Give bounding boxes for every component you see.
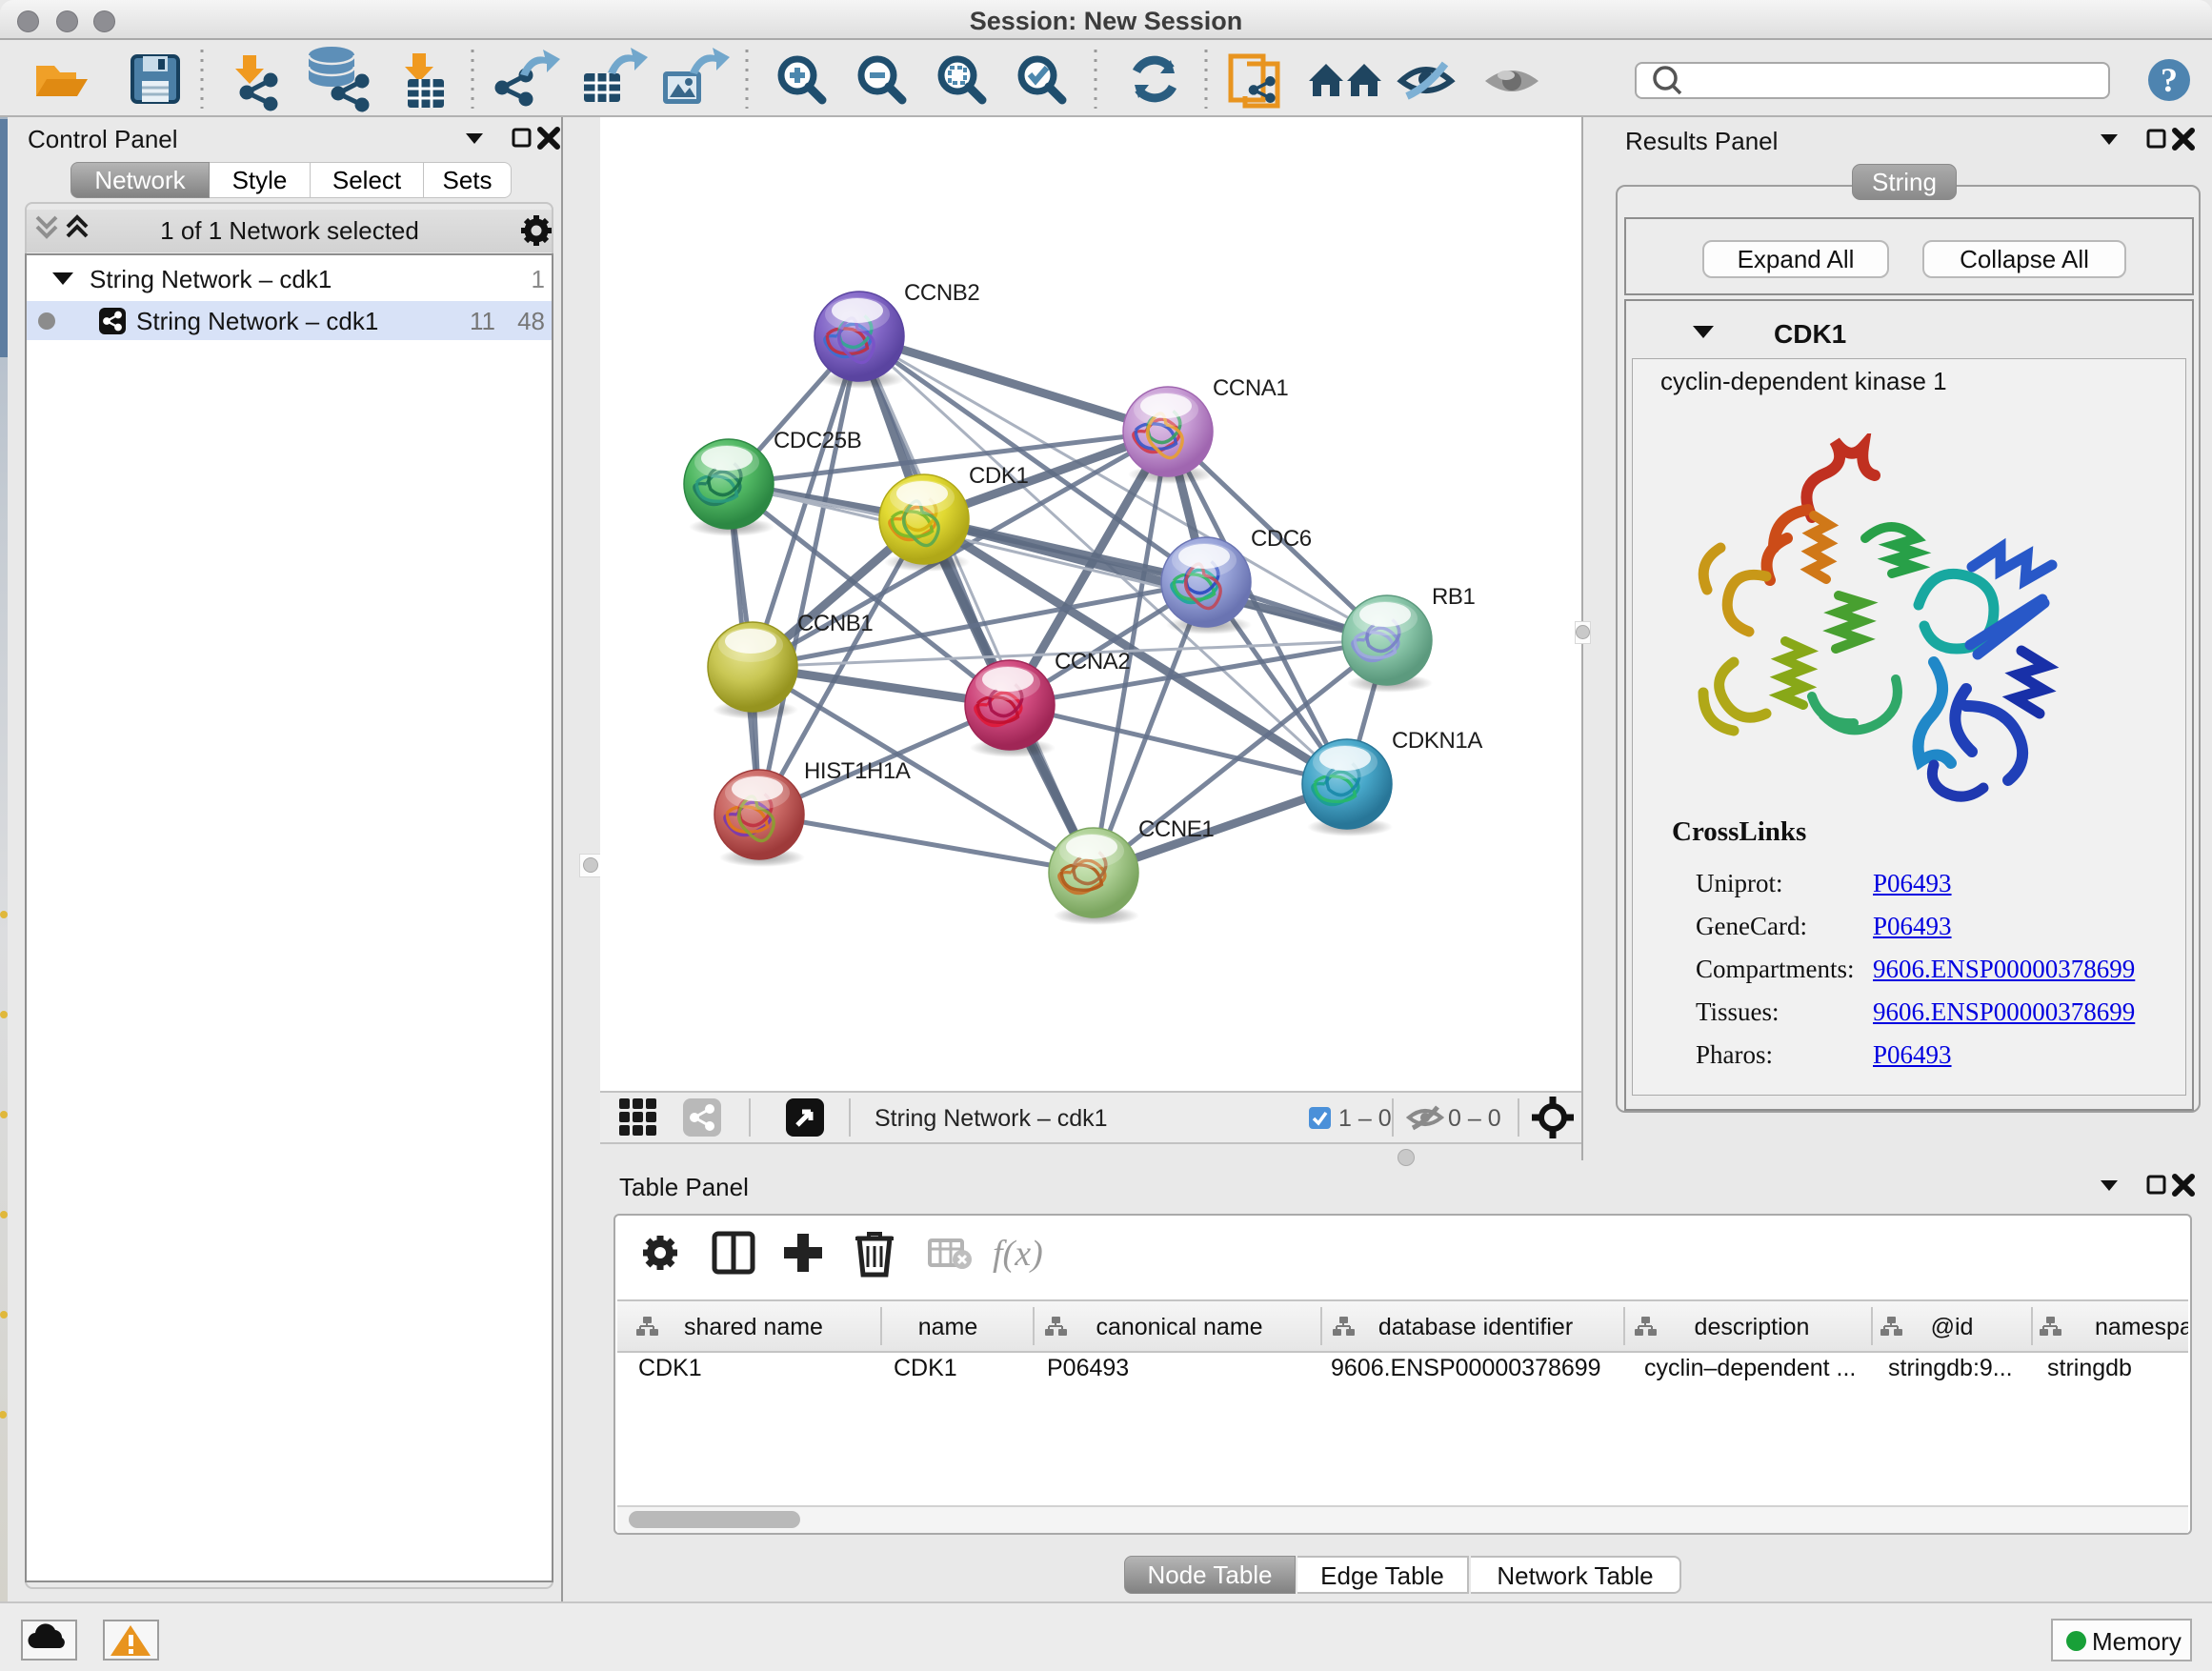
- svg-text:CDK1: CDK1: [969, 463, 1028, 489]
- svg-text:0 – 0: 0 – 0: [1448, 1105, 1501, 1132]
- svg-text:name: name: [918, 1314, 978, 1340]
- svg-text:String Network – cdk1: String Network – cdk1: [136, 307, 378, 335]
- svg-text:CDK1: CDK1: [1774, 319, 1846, 349]
- svg-text:canonical name: canonical name: [1096, 1314, 1262, 1340]
- svg-text:description: description: [1695, 1314, 1810, 1340]
- svg-text:@id: @id: [1931, 1314, 1974, 1340]
- svg-text:String Network – cdk1: String Network – cdk1: [90, 265, 332, 293]
- svg-text:CCNB1: CCNB1: [797, 611, 873, 636]
- svg-text:CCNB2: CCNB2: [904, 280, 979, 306]
- svg-text:RB1: RB1: [1432, 584, 1476, 610]
- svg-text:CCNA2: CCNA2: [1055, 649, 1130, 674]
- svg-text:1 of 1 Network selected: 1 of 1 Network selected: [160, 216, 419, 245]
- svg-text:namespace: namespace: [2095, 1314, 2188, 1340]
- svg-text:CDKN1A: CDKN1A: [1392, 728, 1482, 754]
- svg-text:HIST1H1A: HIST1H1A: [804, 758, 911, 784]
- svg-text:shared name: shared name: [684, 1314, 823, 1340]
- svg-text:CCNA1: CCNA1: [1213, 375, 1288, 401]
- svg-text:1 – 0: 1 – 0: [1338, 1105, 1392, 1132]
- svg-text:CDC25B: CDC25B: [774, 428, 861, 453]
- svg-text:48: 48: [517, 307, 545, 335]
- svg-text:CCNE1: CCNE1: [1138, 816, 1214, 842]
- svg-text:f(x): f(x): [993, 1234, 1043, 1274]
- svg-text:1: 1: [532, 265, 545, 293]
- svg-text:11: 11: [470, 307, 495, 335]
- svg-text:?: ?: [2161, 61, 2178, 99]
- svg-text:database identifier: database identifier: [1378, 1314, 1573, 1340]
- svg-text:CDC6: CDC6: [1251, 526, 1312, 552]
- svg-text:String Network – cdk1: String Network – cdk1: [875, 1105, 1108, 1132]
